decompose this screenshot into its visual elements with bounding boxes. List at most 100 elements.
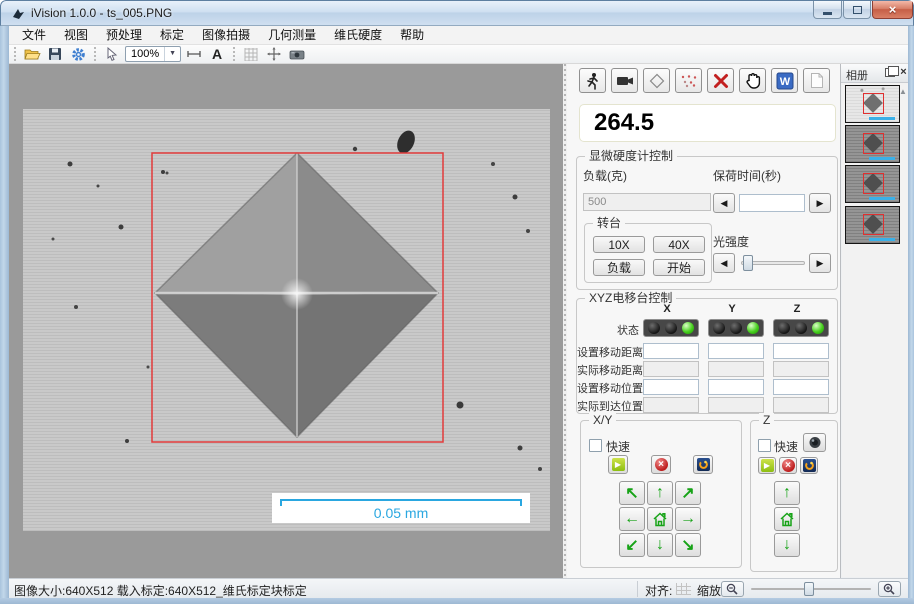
menu-help[interactable]: 帮助 — [391, 26, 433, 45]
save-button[interactable] — [45, 46, 65, 63]
menu-vickers-hardness[interactable]: 维氏硬度 — [325, 26, 391, 45]
thumbnail-3[interactable] — [845, 165, 900, 203]
right-arrow-icon: ▶ — [817, 198, 824, 209]
toolbar-grip[interactable] — [232, 47, 236, 61]
image-viewport[interactable]: 0.05 mm — [9, 64, 563, 578]
app-icon — [11, 7, 25, 21]
arrow-up-icon: ↑ — [783, 484, 791, 502]
diamond-roi-button[interactable] — [643, 68, 670, 93]
jog-home-button[interactable] — [647, 507, 673, 531]
z-home-button[interactable] — [774, 507, 800, 531]
jog-northeast-button[interactable]: ↗ — [675, 481, 701, 505]
open-folder-icon — [24, 47, 41, 61]
set-move-position-label: 设置移动位置 — [577, 380, 639, 396]
save-floppy-icon — [48, 47, 62, 61]
zoom-in-button[interactable] — [878, 581, 901, 597]
delete-button[interactable] — [707, 68, 734, 93]
album-header[interactable]: 相册 × — [841, 64, 908, 83]
light-increase-button[interactable]: ▶ — [809, 253, 831, 273]
jog-south-button[interactable]: ↓ — [647, 533, 673, 557]
detect-points-button[interactable] — [675, 68, 702, 93]
z-fast-checkbox[interactable] — [758, 439, 771, 452]
led-off — [648, 322, 660, 334]
align-grid-icon[interactable] — [676, 583, 691, 595]
jog-northwest-button[interactable]: ↖ — [619, 481, 645, 505]
z-jog-group: Z 快速 ▶ × ↑ — [750, 420, 838, 572]
light-slider-handle[interactable] — [743, 255, 753, 271]
z-reset-button[interactable] — [800, 457, 818, 474]
z-down-button[interactable]: ↓ — [774, 533, 800, 557]
xy-fast-checkbox[interactable] — [589, 439, 602, 452]
menu-calibration[interactable]: 标定 — [151, 26, 193, 45]
text-tool-button[interactable]: A — [207, 46, 227, 63]
led-off — [730, 322, 742, 334]
y-set-distance-input[interactable] — [708, 343, 764, 359]
specimen-image[interactable]: 0.05 mm — [23, 109, 550, 531]
thumbnail-2[interactable] — [845, 125, 900, 163]
z-stop-button[interactable]: × — [779, 457, 797, 474]
camera-capture-button[interactable] — [287, 46, 307, 63]
turret-10x-button[interactable]: 10X — [593, 236, 645, 253]
dwell-time-input[interactable] — [739, 194, 805, 212]
turret-load-button[interactable]: 负载 — [593, 259, 645, 276]
measure-tool-button[interactable] — [184, 46, 204, 63]
menu-geometry-measure[interactable]: 几何测量 — [259, 26, 325, 45]
spin-icon — [697, 458, 710, 471]
x-set-position-input[interactable] — [643, 379, 699, 395]
scroll-up-icon[interactable]: ▲ — [899, 87, 907, 96]
open-file-button[interactable] — [22, 46, 42, 63]
zoom-out-button[interactable] — [721, 581, 744, 597]
left-arrow-icon: ◀ — [721, 258, 728, 269]
thumb-scale-bar — [869, 157, 895, 160]
thumbnail-4[interactable] — [845, 206, 900, 244]
xy-reset-button[interactable] — [693, 455, 713, 474]
jog-east-button[interactable]: → — [675, 507, 701, 531]
word-report-button[interactable]: W — [771, 68, 798, 93]
maximize-button[interactable] — [843, 1, 871, 19]
menu-file[interactable]: 文件 — [13, 26, 55, 45]
dwell-increase-button[interactable]: ▶ — [809, 193, 831, 213]
y-set-position-input[interactable] — [708, 379, 764, 395]
close-button[interactable]: × — [872, 1, 913, 19]
title-bar[interactable]: iVision 1.0.0 - ts_005.PNG × — [0, 0, 914, 26]
zoom-slider-handle[interactable] — [804, 582, 814, 596]
settings-button[interactable] — [68, 46, 88, 63]
window-frame-left — [0, 26, 9, 598]
select-cursor-button[interactable] — [102, 46, 122, 63]
jog-southwest-button[interactable]: ↙ — [619, 533, 645, 557]
auto-measure-button[interactable] — [579, 68, 606, 93]
menu-view[interactable]: 视图 — [55, 26, 97, 45]
z-set-position-input[interactable] — [773, 379, 829, 395]
minimize-button[interactable] — [813, 1, 842, 19]
menu-image-capture[interactable]: 图像拍摄 — [193, 26, 259, 45]
arrow-nw-icon: ↖ — [625, 483, 638, 503]
z-up-button[interactable]: ↑ — [774, 481, 800, 505]
z-start-button[interactable]: ▶ — [758, 457, 776, 474]
x-set-distance-input[interactable] — [643, 343, 699, 359]
jog-southeast-button[interactable]: ↘ — [675, 533, 701, 557]
pan-tool-button[interactable] — [739, 68, 766, 93]
grid-toggle-button[interactable] — [241, 46, 261, 63]
center-crosshair-button[interactable] — [264, 46, 284, 63]
turret-group: 转台 10X 40X 负载 开始 — [584, 223, 712, 283]
menu-preprocess[interactable]: 预处理 — [97, 26, 151, 45]
z-autofocus-button[interactable] — [803, 433, 826, 452]
xy-start-button[interactable]: ▶ — [608, 455, 628, 474]
jog-north-button[interactable]: ↑ — [647, 481, 673, 505]
turret-40x-button[interactable]: 40X — [653, 236, 705, 253]
x-actual-distance-input — [643, 361, 699, 377]
z-set-distance-input[interactable] — [773, 343, 829, 359]
xy-stop-button[interactable]: × — [651, 455, 671, 474]
turret-start-button[interactable]: 开始 — [653, 259, 705, 276]
thumbnail-1[interactable] — [845, 85, 900, 123]
live-video-button[interactable] — [611, 68, 638, 93]
toolbar-grip[interactable] — [93, 47, 97, 61]
toolbar-grip[interactable] — [13, 47, 17, 61]
light-decrease-button[interactable]: ◀ — [713, 253, 735, 273]
new-page-button[interactable] — [803, 68, 830, 93]
dwell-decrease-button[interactable]: ◀ — [713, 193, 735, 213]
x-status-lights — [643, 319, 699, 337]
jog-west-button[interactable]: ← — [619, 507, 645, 531]
zoom-select[interactable]: 100% ▼ — [125, 46, 181, 62]
float-panel-icon[interactable] — [885, 68, 895, 77]
